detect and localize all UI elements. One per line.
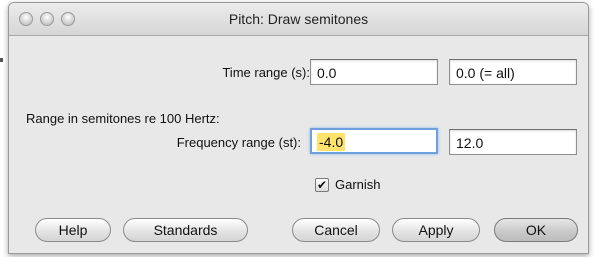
garnish-option[interactable]: ✔ Garnish xyxy=(315,177,381,192)
edge-mark xyxy=(0,58,3,62)
window-title: Pitch: Draw semitones xyxy=(228,11,369,27)
title-bar: Pitch: Draw semitones xyxy=(9,3,588,36)
semitones-section-label: Range in semitones re 100 Hertz: xyxy=(26,111,220,126)
frequency-range-from-value: -4.0 xyxy=(317,133,346,151)
ok-button[interactable]: OK xyxy=(494,218,578,242)
checkmark-icon: ✔ xyxy=(316,177,328,192)
standards-button[interactable]: Standards xyxy=(123,218,248,242)
cancel-button[interactable]: Cancel xyxy=(292,218,380,242)
frequency-range-to-value: 12.0 xyxy=(456,135,484,151)
time-range-to-value: 0.0 (= all) xyxy=(456,65,515,81)
frequency-range-label: Frequency range (st): xyxy=(176,135,301,150)
garnish-label: Garnish xyxy=(335,177,381,192)
time-range-from-value: 0.0 xyxy=(317,65,337,81)
time-range-to-field[interactable]: 0.0 (= all) xyxy=(449,59,577,85)
time-range-label: Time range (s): xyxy=(222,65,310,80)
apply-button[interactable]: Apply xyxy=(392,218,480,242)
frequency-range-to-field[interactable]: 12.0 xyxy=(449,129,577,155)
time-range-from-field[interactable]: 0.0 xyxy=(310,59,438,85)
help-button[interactable]: Help xyxy=(35,218,111,242)
garnish-checkbox[interactable]: ✔ xyxy=(315,177,329,192)
frequency-range-from-field[interactable]: -4.0 xyxy=(310,128,438,154)
dialog-window: Pitch: Draw semitones Time range (s): 0.… xyxy=(8,2,589,254)
